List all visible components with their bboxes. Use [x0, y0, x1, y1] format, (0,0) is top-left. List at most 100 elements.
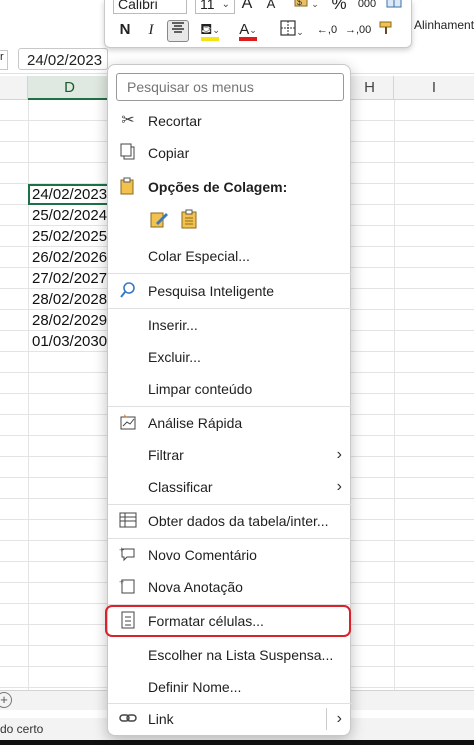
highlight-annotation: [105, 605, 351, 637]
menu-separator: [108, 308, 352, 309]
add-sheet-icon[interactable]: +: [0, 692, 12, 708]
context-menu: ✂ Recortar Copiar Opções de Colagem: Col…: [105, 64, 352, 736]
menu-item-insert[interactable]: Inserir...: [108, 311, 352, 339]
name-box-text: r: [0, 51, 4, 63]
accounting-format-button[interactable]: $ ⌄: [289, 0, 323, 14]
menu-item-copy[interactable]: Copiar: [108, 139, 352, 167]
paste-icon[interactable]: [178, 208, 200, 230]
menu-item-new-comment[interactable]: + Novo Comentário: [108, 541, 352, 569]
new-comment-icon: +: [118, 545, 138, 565]
center-align-button[interactable]: [167, 20, 189, 42]
increase-decimal-button[interactable]: ←,0: [315, 20, 339, 40]
borders-button[interactable]: ⌄: [275, 20, 309, 40]
menu-item-label: Obter dados da tabela/inter...: [148, 513, 329, 529]
menu-item-label: Limpar conteúdo: [148, 381, 253, 397]
accounting-icon: $: [294, 0, 308, 7]
chevron-right-icon[interactable]: ›: [337, 705, 342, 733]
svg-text:+: +: [119, 545, 124, 555]
clipboard-icon: [118, 177, 138, 197]
menu-search-input[interactable]: [116, 73, 344, 101]
font-name-box[interactable]: Calibri: [113, 0, 187, 14]
menu-item-define-name[interactable]: Definir Nome...: [108, 673, 352, 701]
menu-item-label: Nova Anotação: [148, 579, 243, 595]
menu-separator: [108, 703, 352, 704]
copy-icon: [118, 143, 138, 163]
menu-header-paste-options: Opções de Colagem:: [108, 173, 352, 201]
menu-item-label: Pesquisa Inteligente: [148, 283, 275, 299]
font-size-box[interactable]: 11 ⌄: [195, 0, 235, 14]
menu-item-label: Inserir...: [148, 317, 198, 333]
menu-separator: [108, 406, 352, 407]
decrease-decimal-button[interactable]: →,00: [345, 20, 371, 40]
menu-item-label: Definir Nome...: [148, 679, 242, 695]
menu-item-label: Opções de Colagem:: [148, 179, 288, 195]
menu-item-label: Excluir...: [148, 349, 201, 365]
cell-d[interactable]: 26/02/2026: [28, 247, 112, 268]
menu-item-label: Classificar: [148, 479, 213, 495]
italic-button[interactable]: I: [143, 20, 159, 40]
link-icon: [118, 709, 138, 729]
column-header-c[interactable]: [0, 76, 28, 100]
menu-item-label: Novo Comentário: [148, 547, 257, 563]
cell-d[interactable]: 27/02/2027: [28, 268, 112, 289]
menu-item-clear-contents[interactable]: Limpar conteúdo: [108, 375, 352, 403]
column-header-d[interactable]: D: [28, 76, 112, 100]
bold-button[interactable]: N: [117, 20, 133, 40]
chevron-down-icon: ⌄: [296, 27, 304, 38]
menu-item-link[interactable]: Link ›: [108, 705, 352, 733]
cell-d-selected[interactable]: 24/02/2023: [28, 184, 112, 205]
ribbon-alignment-label: Alinhamento: [414, 18, 474, 32]
quick-analysis-icon: [118, 413, 138, 433]
menu-item-get-data[interactable]: Obter dados da tabela/inter...: [108, 507, 352, 535]
format-table-button[interactable]: [383, 0, 405, 14]
svg-text:+: +: [119, 577, 124, 587]
borders-icon: [280, 20, 296, 36]
menu-item-label: Copiar: [148, 145, 190, 161]
menu-separator: [108, 504, 352, 505]
format-painter-button[interactable]: [375, 20, 399, 40]
menu-item-new-note[interactable]: + Nova Anotação: [108, 573, 352, 601]
chevron-right-icon: ›: [336, 478, 342, 495]
mini-toolbar: Calibri 11 ⌄ A A $ ⌄ % 000 N I ⛾⌄ A⌄ ⌄ ←,0…: [104, 0, 412, 48]
menu-item-sort[interactable]: Classificar ›: [108, 473, 352, 501]
name-box[interactable]: r: [0, 50, 8, 70]
menu-item-label: Colar Especial...: [148, 248, 250, 264]
cell-d[interactable]: 01/03/2030: [28, 331, 112, 352]
menu-item-pick-from-list[interactable]: Escolher na Lista Suspensa...: [108, 641, 352, 669]
grow-font-button[interactable]: A: [239, 0, 255, 14]
status-text: do certo: [0, 722, 44, 736]
comma-style-button[interactable]: 000: [355, 0, 379, 14]
font-color-button[interactable]: A⌄: [233, 20, 263, 42]
percent-style-button[interactable]: %: [329, 0, 349, 14]
chevron-down-icon: ⌄: [311, 0, 319, 10]
paint-bucket-icon: ⛾: [200, 21, 213, 38]
svg-text:$: $: [297, 0, 302, 7]
cell-d[interactable]: 28/02/2028: [28, 289, 112, 310]
shrink-font-button[interactable]: A: [263, 0, 279, 14]
menu-item-label: Filtrar: [148, 447, 184, 463]
font-size-value: 11: [200, 0, 215, 12]
table-icon: [386, 0, 402, 8]
column-header-h[interactable]: H: [346, 76, 394, 100]
menu-item-paste-special[interactable]: Colar Especial...: [108, 242, 352, 270]
smart-lookup-icon: [118, 281, 138, 301]
menu-item-delete[interactable]: Excluir...: [108, 343, 352, 371]
formula-input[interactable]: 24/02/2023: [18, 48, 108, 70]
paste-options-icons: [148, 208, 208, 232]
cell-d[interactable]: 28/02/2029: [28, 310, 112, 331]
cell-d[interactable]: 25/02/2025: [28, 226, 112, 247]
menu-item-label: Link: [148, 711, 174, 727]
menu-item-quick-analysis[interactable]: Análise Rápida: [108, 409, 352, 437]
paste-formatting-icon[interactable]: [148, 208, 170, 230]
format-painter-icon: [379, 21, 392, 34]
cell-d[interactable]: 25/02/2024: [28, 205, 112, 226]
chevron-down-icon: ⌄: [221, 0, 230, 10]
fill-color-button[interactable]: ⛾⌄: [195, 20, 225, 42]
menu-item-label: Análise Rápida: [148, 415, 243, 431]
split-button-divider: [326, 708, 327, 730]
menu-item-cut[interactable]: ✂ Recortar: [108, 107, 352, 135]
column-header-i[interactable]: I: [394, 76, 474, 100]
menu-item-smart-lookup[interactable]: Pesquisa Inteligente: [108, 277, 352, 305]
menu-item-label: Recortar: [148, 113, 202, 129]
menu-item-filter[interactable]: Filtrar ›: [108, 441, 352, 469]
